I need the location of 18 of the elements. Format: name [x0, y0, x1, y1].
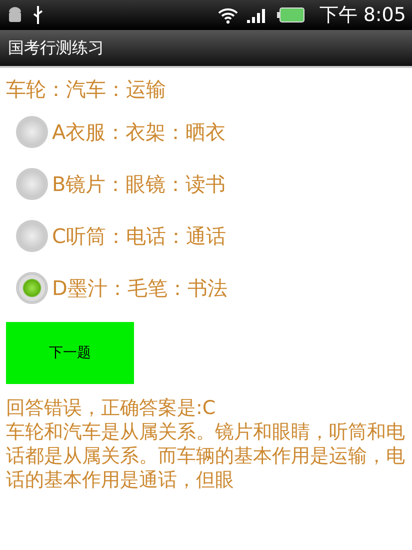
- clock-time: 下午 8:05: [319, 3, 406, 28]
- battery-icon: [277, 7, 306, 23]
- option-label[interactable]: C听筒：电话：通话: [52, 222, 226, 250]
- usb-icon: [32, 5, 44, 25]
- wifi-icon: [217, 6, 240, 24]
- explanation-text: 车轮和汽车是从属关系。镜片和眼睛，听筒和电话都是从属关系。而车辆的基本作用是运输，电话的基本作用是通话，但眼: [6, 420, 406, 492]
- radio-button[interactable]: [16, 116, 48, 148]
- radio-button[interactable]: [16, 168, 48, 200]
- option-label[interactable]: D墨汁：毛笔：书法: [52, 274, 228, 302]
- android-icon: [6, 6, 24, 24]
- radio-button[interactable]: [16, 220, 48, 252]
- next-button[interactable]: 下一题: [6, 322, 134, 384]
- result-text: 回答错误，正确答案是:C: [6, 396, 217, 420]
- option-label[interactable]: B镜片：眼镜：读书: [52, 170, 226, 198]
- app-title: 国考行测练习: [8, 38, 104, 58]
- option-label[interactable]: A衣服：衣架：晒衣: [52, 118, 226, 146]
- radio-button[interactable]: [16, 272, 48, 304]
- question-text: 车轮：汽车：运输: [6, 76, 167, 103]
